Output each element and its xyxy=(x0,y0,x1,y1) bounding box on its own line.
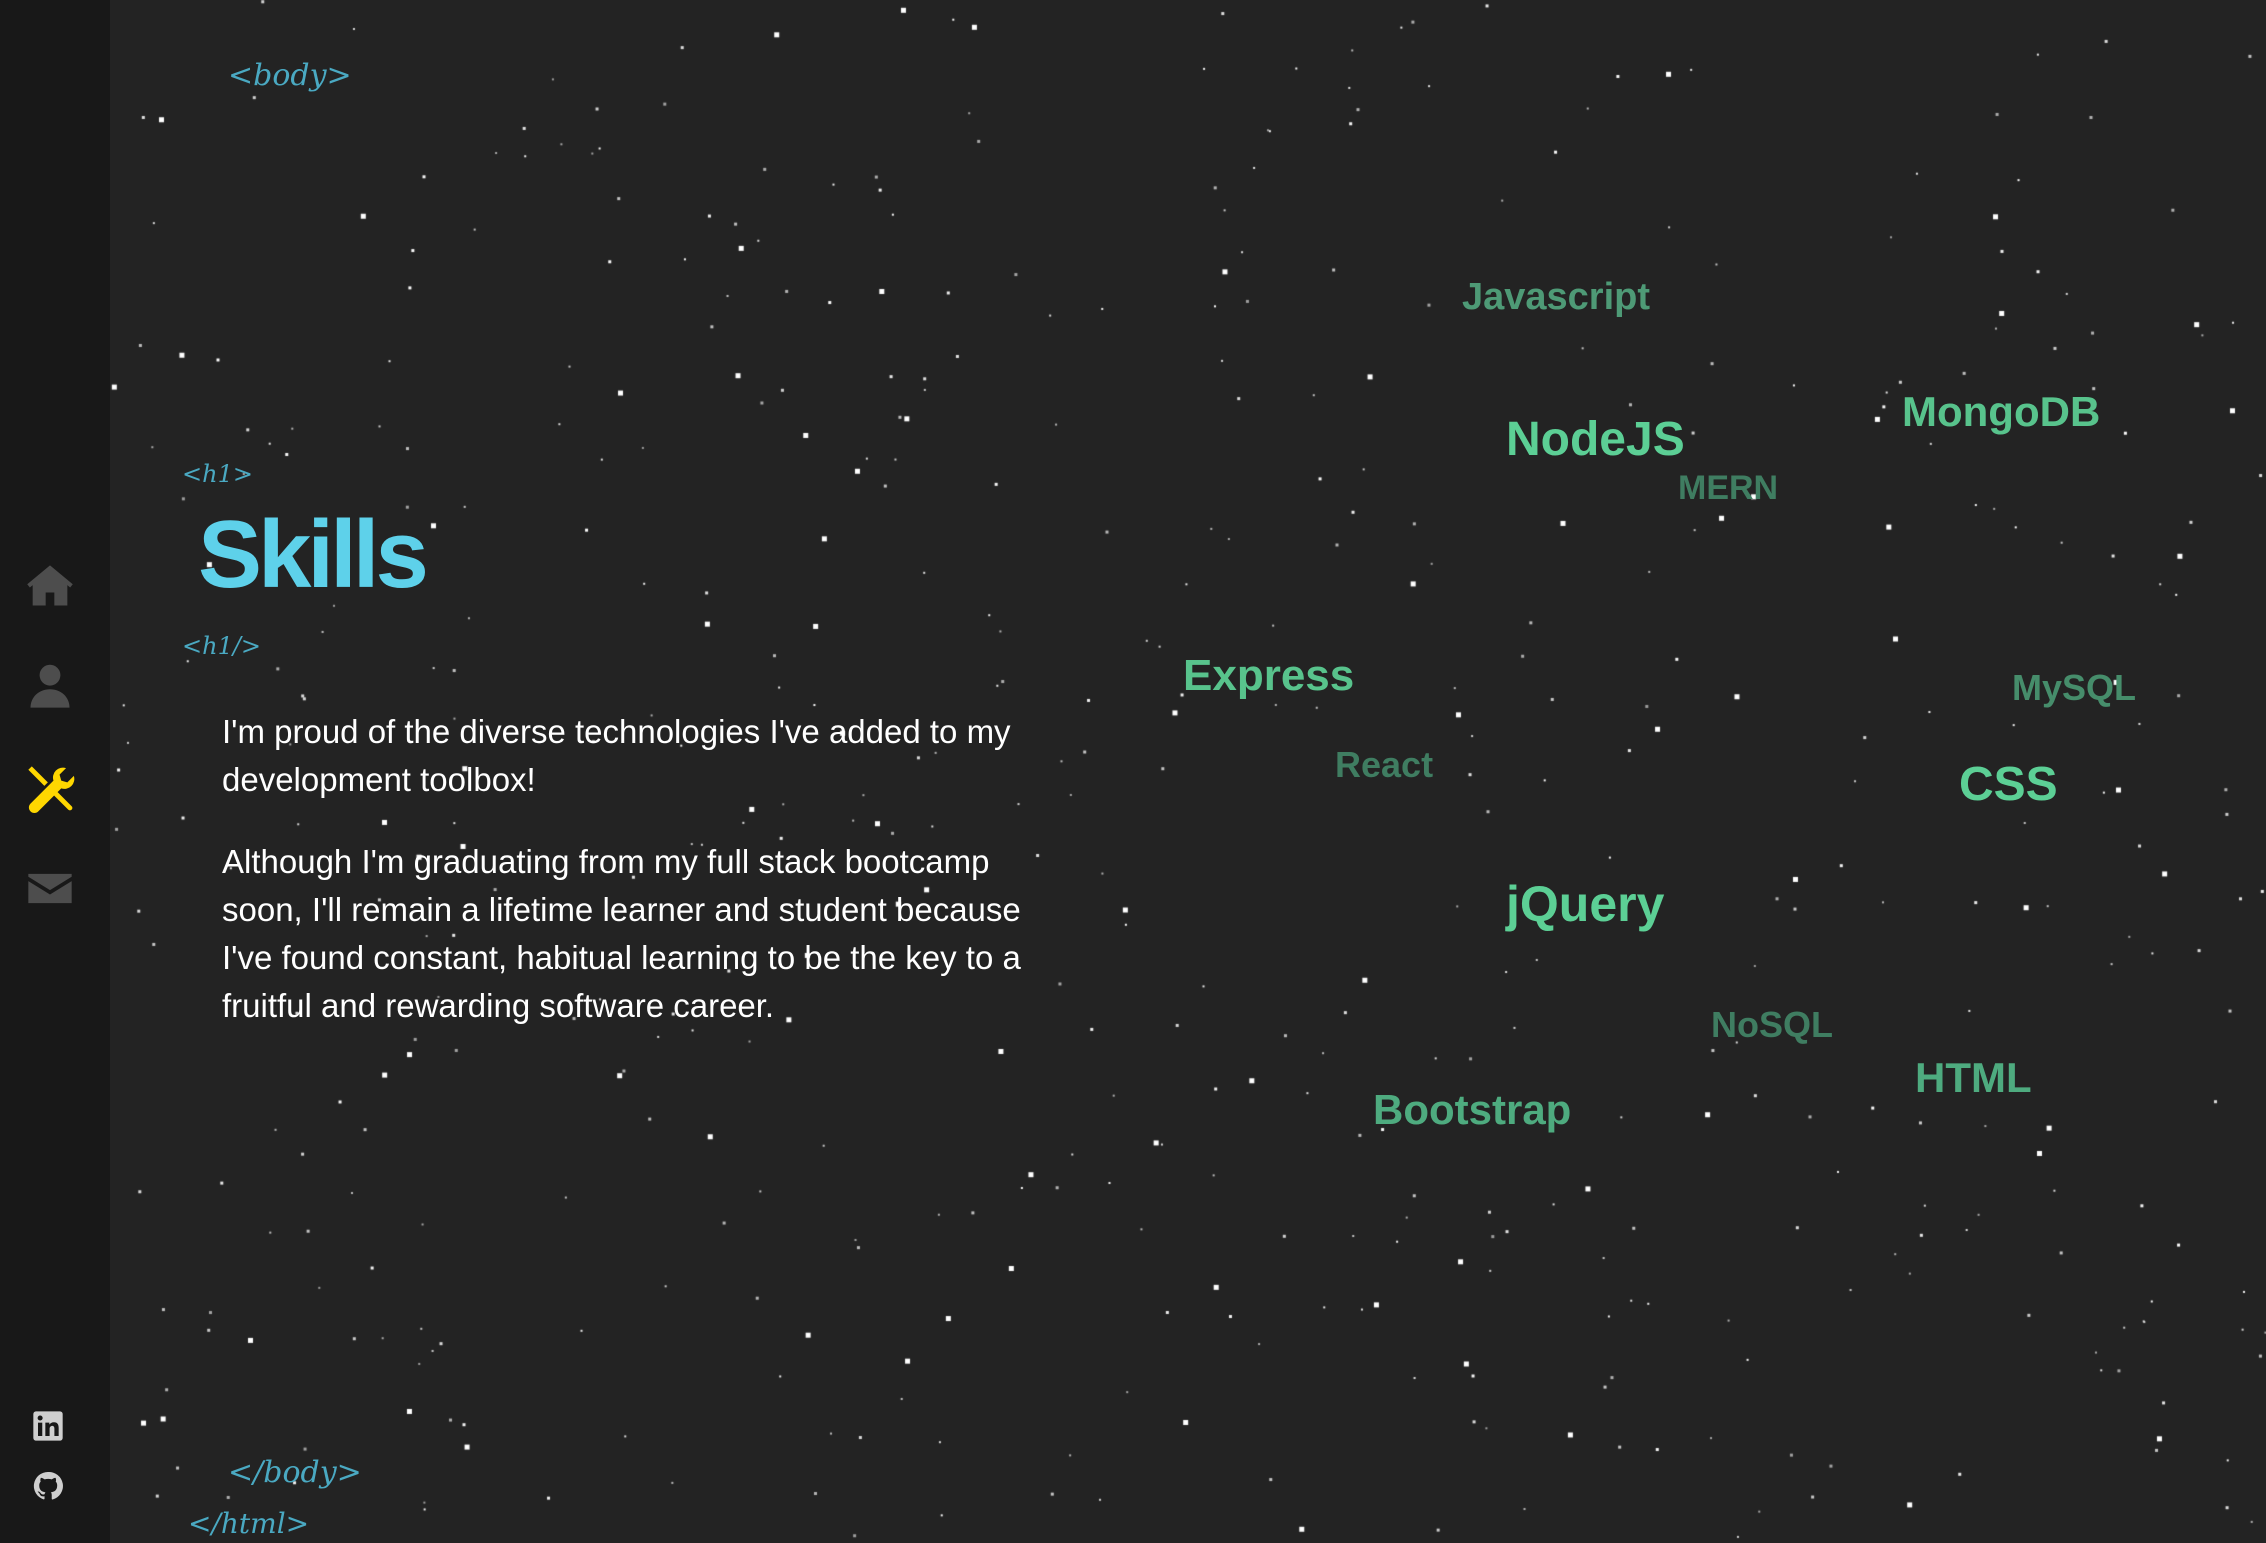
skill-bootstrap[interactable]: Bootstrap xyxy=(1373,1086,1571,1134)
body-open-tag: <body> xyxy=(228,58,352,93)
page-title: Skills xyxy=(198,501,429,608)
tools-icon xyxy=(28,766,75,814)
skill-nodejs[interactable]: NodeJS xyxy=(1506,412,1685,467)
intro-paragraph: Although I'm graduating from my full sta… xyxy=(222,843,1021,1024)
github-icon xyxy=(33,1471,63,1500)
skill-mongodb[interactable]: MongoDB xyxy=(1902,388,2100,436)
body-close-tag: </body> xyxy=(228,1455,362,1490)
nav-contact[interactable] xyxy=(20,858,80,918)
nav-about[interactable] xyxy=(20,656,80,716)
h1-open-tag: <h1> xyxy=(182,460,253,488)
skill-mern[interactable]: MERN xyxy=(1678,469,1778,508)
skill-jquery[interactable]: jQuery xyxy=(1506,875,1664,933)
skill-nosql[interactable]: NoSQL xyxy=(1711,1004,1833,1046)
skill-javascript[interactable]: Javascript xyxy=(1462,276,1650,319)
linkedin-link[interactable] xyxy=(32,1410,68,1446)
skill-mysql[interactable]: MySQL xyxy=(2012,667,2136,709)
intro-paragraph: I'm proud of the diverse technologies I'… xyxy=(222,713,1011,798)
nav-home[interactable] xyxy=(20,556,80,616)
skill-html[interactable]: HTML xyxy=(1915,1054,2032,1102)
intro-text: I'm proud of the diverse technologies I'… xyxy=(222,708,1052,1064)
envelope-icon xyxy=(28,873,72,904)
skill-css[interactable]: CSS xyxy=(1959,757,2058,812)
html-close-tag: </html> xyxy=(188,1507,310,1540)
skill-react[interactable]: React xyxy=(1335,744,1433,786)
sidebar xyxy=(0,0,110,1543)
linkedin-icon xyxy=(33,1411,63,1441)
user-icon xyxy=(30,664,70,708)
skill-express[interactable]: Express xyxy=(1183,651,1354,701)
nav-skills[interactable] xyxy=(20,758,80,818)
h1-close-tag: <h1/> xyxy=(182,632,262,660)
home-icon xyxy=(27,565,73,606)
github-link[interactable] xyxy=(32,1470,68,1506)
